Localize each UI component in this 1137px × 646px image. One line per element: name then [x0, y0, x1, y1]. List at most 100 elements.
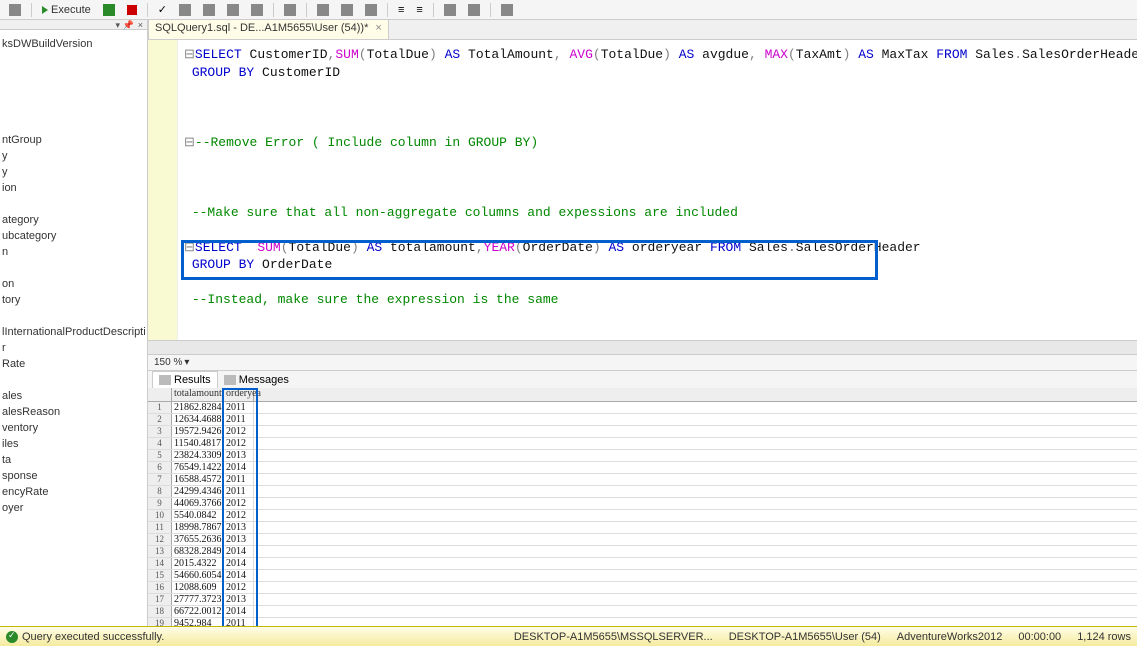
- tree-item[interactable]: sponse: [2, 468, 145, 484]
- toolbar-icon-4[interactable]: [222, 1, 244, 19]
- cell-orderyear[interactable]: 2014: [224, 462, 254, 473]
- table-row[interactable]: 121862.82842011: [148, 402, 1137, 414]
- table-row[interactable]: 105540.08422012: [148, 510, 1137, 522]
- cell-totalamount[interactable]: 2015.4322: [172, 558, 224, 569]
- tree-item[interactable]: [2, 68, 145, 84]
- document-tab[interactable]: SQLQuery1.sql - DE...A1M5655\User (54))*…: [148, 19, 389, 39]
- cell-totalamount[interactable]: 24299.4346: [172, 486, 224, 497]
- stop-button[interactable]: [122, 1, 142, 19]
- cell-orderyear[interactable]: 2013: [224, 594, 254, 605]
- uncomment-button[interactable]: [463, 1, 485, 19]
- close-tab-icon[interactable]: ×: [375, 22, 381, 34]
- debug-button[interactable]: [98, 1, 120, 19]
- toolbar-icon-9[interactable]: [360, 1, 382, 19]
- table-row[interactable]: 1368328.28492014: [148, 546, 1137, 558]
- table-row[interactable]: 1727777.37232013: [148, 594, 1137, 606]
- tree-item[interactable]: ntGroup: [2, 132, 145, 148]
- tree-item[interactable]: ksDWBuildVersion: [2, 36, 145, 52]
- tree-item[interactable]: [2, 100, 145, 116]
- cell-orderyear[interactable]: 2014: [224, 606, 254, 617]
- table-row[interactable]: 676549.14222014: [148, 462, 1137, 474]
- cell-orderyear[interactable]: 2013: [224, 534, 254, 545]
- horizontal-scrollbar[interactable]: [148, 340, 1137, 354]
- cell-totalamount[interactable]: 21862.8284: [172, 402, 224, 413]
- cell-totalamount[interactable]: 11540.4817: [172, 438, 224, 449]
- results-tab[interactable]: Results: [152, 371, 218, 389]
- tree-item[interactable]: [2, 260, 145, 276]
- tree-item[interactable]: Rate: [2, 356, 145, 372]
- toolbar-icon-8[interactable]: [336, 1, 358, 19]
- table-row[interactable]: 199452.9842011: [148, 618, 1137, 626]
- toolbar-icon-6[interactable]: [279, 1, 301, 19]
- tree-item[interactable]: n: [2, 244, 145, 260]
- table-row[interactable]: 142015.43222014: [148, 558, 1137, 570]
- tree-item[interactable]: [2, 196, 145, 212]
- cell-orderyear[interactable]: 2013: [224, 522, 254, 533]
- table-row[interactable]: 824299.43462011: [148, 486, 1137, 498]
- parse-button[interactable]: ✓: [153, 1, 172, 19]
- column-header[interactable]: totalamount: [172, 388, 224, 401]
- cell-orderyear[interactable]: 2011: [224, 474, 254, 485]
- collapse-icon[interactable]: ⊟: [184, 240, 195, 255]
- tree-item[interactable]: encyRate: [2, 484, 145, 500]
- table-row[interactable]: 1612088.6092012: [148, 582, 1137, 594]
- tree-item[interactable]: iles: [2, 436, 145, 452]
- execute-button[interactable]: Execute: [37, 1, 96, 19]
- cell-totalamount[interactable]: 19572.9426: [172, 426, 224, 437]
- cell-orderyear[interactable]: 2013: [224, 450, 254, 461]
- collapse-icon[interactable]: ⊟: [184, 135, 195, 150]
- table-row[interactable]: 212634.46882011: [148, 414, 1137, 426]
- tree-item[interactable]: alesReason: [2, 404, 145, 420]
- tree-item[interactable]: tory: [2, 292, 145, 308]
- tree-item[interactable]: [2, 84, 145, 100]
- cell-orderyear[interactable]: 2012: [224, 510, 254, 521]
- tree-item[interactable]: oyer: [2, 500, 145, 516]
- tree-view[interactable]: ksDWBuildVersion ntGroupyyion ategoryubc…: [0, 30, 147, 522]
- cell-orderyear[interactable]: 2011: [224, 486, 254, 497]
- cell-totalamount[interactable]: 76549.1422: [172, 462, 224, 473]
- tree-item[interactable]: r: [2, 340, 145, 356]
- tree-item[interactable]: [2, 116, 145, 132]
- toolbar-icon[interactable]: [4, 1, 26, 19]
- table-row[interactable]: 523824.33092013: [148, 450, 1137, 462]
- toolbar-icon-3[interactable]: [198, 1, 220, 19]
- results-grid[interactable]: totalamount orderyea 121862.828420112126…: [148, 388, 1137, 626]
- cell-orderyear[interactable]: 2014: [224, 558, 254, 569]
- table-row[interactable]: 1866722.00122014: [148, 606, 1137, 618]
- cell-orderyear[interactable]: 2014: [224, 546, 254, 557]
- cell-totalamount[interactable]: 27777.3723: [172, 594, 224, 605]
- collapse-icon[interactable]: ⊟: [184, 47, 195, 62]
- cell-totalamount[interactable]: 66722.0012: [172, 606, 224, 617]
- table-row[interactable]: 411540.48172012: [148, 438, 1137, 450]
- close-panel-icon[interactable]: ×: [136, 20, 145, 29]
- cell-totalamount[interactable]: 23824.3309: [172, 450, 224, 461]
- toolbar-icon-5[interactable]: [246, 1, 268, 19]
- cell-totalamount[interactable]: 18998.7867: [172, 522, 224, 533]
- cell-totalamount[interactable]: 16588.4572: [172, 474, 224, 485]
- toolbar-icon-2[interactable]: [174, 1, 196, 19]
- messages-tab[interactable]: Messages: [218, 371, 295, 389]
- cell-orderyear[interactable]: 2014: [224, 570, 254, 581]
- cell-totalamount[interactable]: 37655.2636: [172, 534, 224, 545]
- cell-orderyear[interactable]: 2012: [224, 426, 254, 437]
- zoom-level[interactable]: 150 %: [154, 357, 182, 368]
- tree-item[interactable]: ubcategory: [2, 228, 145, 244]
- cell-totalamount[interactable]: 54660.6054: [172, 570, 224, 581]
- tree-item[interactable]: y: [2, 148, 145, 164]
- toolbar-icon-10[interactable]: [496, 1, 518, 19]
- code-content[interactable]: ⊟SELECT CustomerID,SUM(TotalDue) AS Tota…: [148, 40, 1137, 315]
- tree-item[interactable]: [2, 308, 145, 324]
- outdent-button[interactable]: ≡: [411, 1, 427, 19]
- column-header[interactable]: orderyea: [224, 388, 254, 401]
- cell-totalamount[interactable]: 9452.984: [172, 618, 224, 626]
- tree-item[interactable]: [2, 372, 145, 388]
- cell-orderyear[interactable]: 2012: [224, 582, 254, 593]
- cell-totalamount[interactable]: 12634.4688: [172, 414, 224, 425]
- tree-item[interactable]: on: [2, 276, 145, 292]
- table-row[interactable]: 1237655.26362013: [148, 534, 1137, 546]
- comment-button[interactable]: [439, 1, 461, 19]
- cell-orderyear[interactable]: 2011: [224, 414, 254, 425]
- cell-orderyear[interactable]: 2012: [224, 438, 254, 449]
- cell-orderyear[interactable]: 2011: [224, 618, 254, 626]
- toolbar-icon-7[interactable]: [312, 1, 334, 19]
